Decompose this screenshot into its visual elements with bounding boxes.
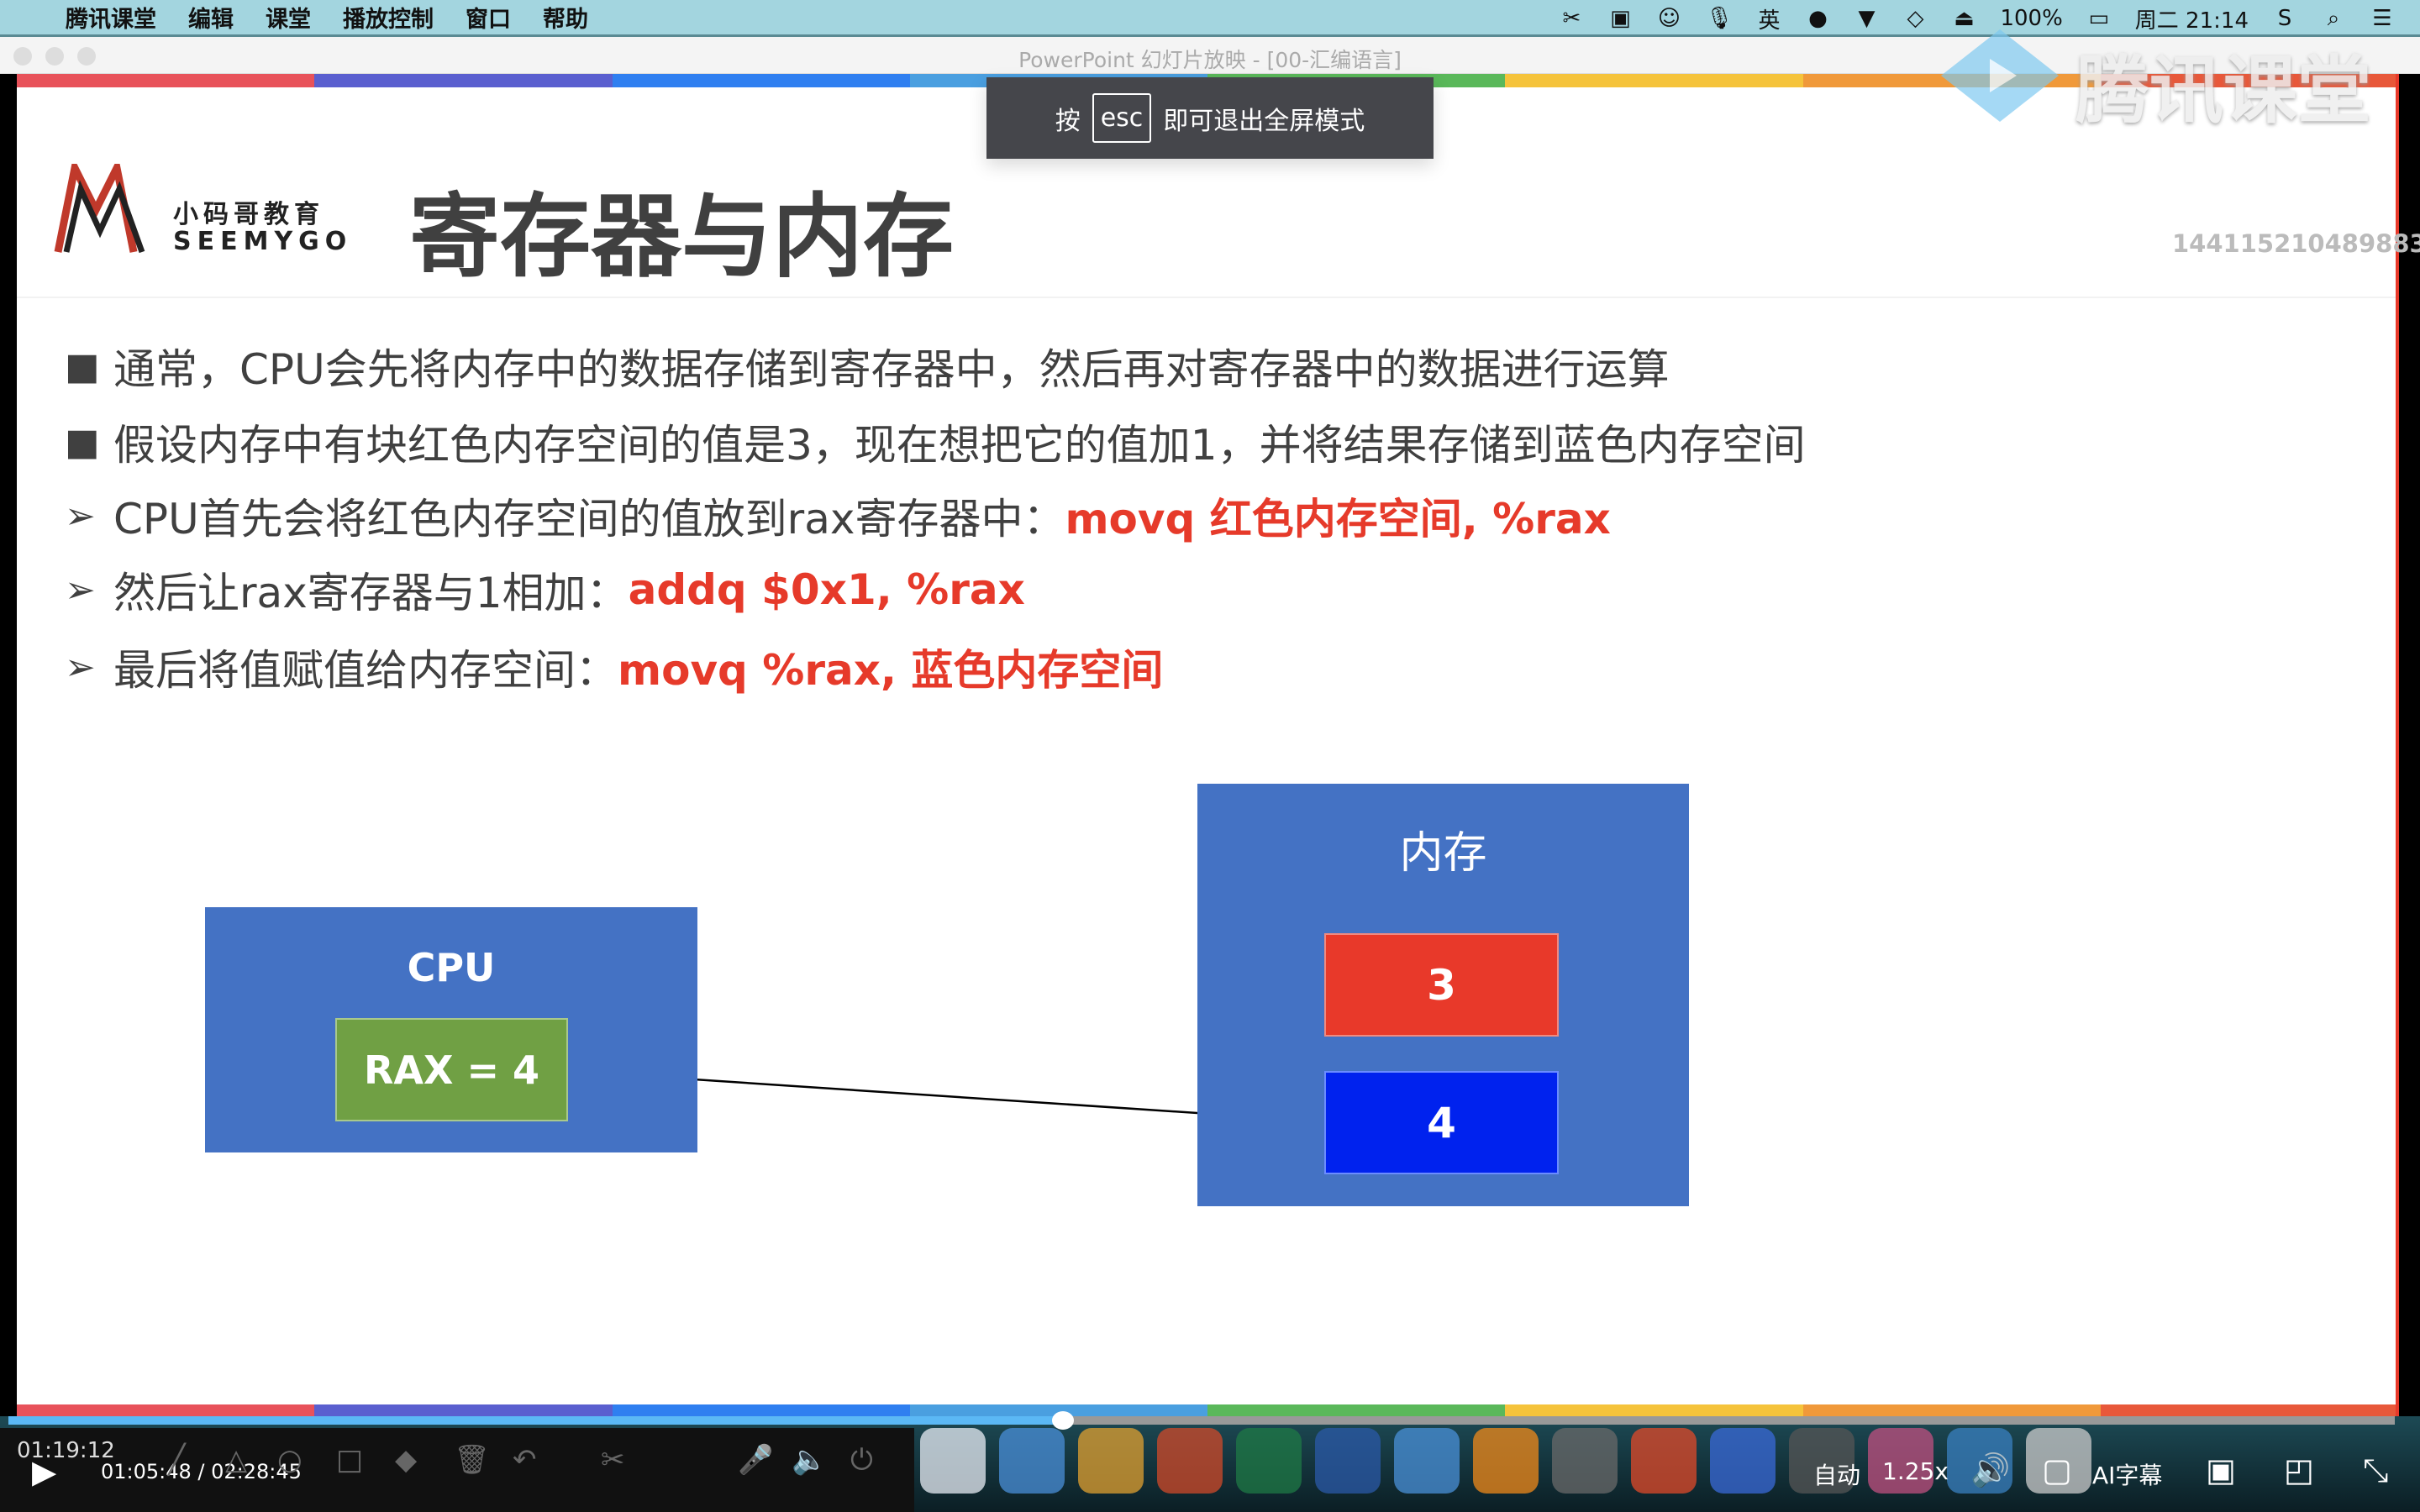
memory-label: 内存 <box>1399 828 1487 879</box>
exit-fullscreen-icon[interactable]: ⤡ <box>2363 1452 2388 1489</box>
pip-icon[interactable]: ▣ <box>2206 1452 2236 1488</box>
mic-tool-icon[interactable]: 🎤 <box>738 1443 773 1477</box>
dock-app-icon[interactable] <box>1315 1428 1381 1494</box>
quality-button[interactable]: 自动 <box>1813 1457 1860 1491</box>
dock-app-icon[interactable] <box>1078 1428 1144 1494</box>
red-memory-cell: 3 <box>1324 933 1559 1037</box>
scissors-tool-icon[interactable]: ✂ <box>601 1443 625 1477</box>
dock-app-icon[interactable] <box>1157 1428 1223 1494</box>
trash-icon[interactable]: 🗑 <box>454 1443 490 1477</box>
dock-app-icon[interactable] <box>999 1428 1065 1494</box>
subtitle-icon[interactable]: ▢ <box>2042 1452 2072 1488</box>
dock-app-icon[interactable] <box>1631 1428 1697 1494</box>
dock-app-icon[interactable] <box>1552 1428 1618 1494</box>
power-icon[interactable]: ⏻ <box>850 1443 873 1477</box>
dock-app-icon[interactable] <box>1473 1428 1539 1494</box>
play-button[interactable]: ▶ <box>32 1453 56 1490</box>
dock-app-icon[interactable] <box>1236 1428 1302 1494</box>
rectangle-icon[interactable]: □ <box>336 1443 363 1477</box>
dock-app-icon[interactable] <box>920 1428 986 1494</box>
dock-app-icon[interactable] <box>1710 1428 1776 1494</box>
ai-subtitle-button[interactable]: AI字幕 <box>2092 1457 2162 1491</box>
eraser-icon[interactable]: ◆ <box>395 1443 417 1477</box>
undo-icon[interactable]: ↶ <box>513 1443 537 1477</box>
speed-button[interactable]: 1.25x <box>1882 1457 1949 1485</box>
pen-icon[interactable]: ╱ <box>168 1443 185 1477</box>
circle-icon[interactable]: ○ <box>277 1443 302 1477</box>
volume-icon[interactable]: 🔊 <box>1970 1452 2010 1489</box>
blue-memory-cell: 4 <box>1324 1071 1559 1174</box>
speaker-tool-icon[interactable]: 🔈 <box>792 1443 827 1477</box>
dock-app-icon[interactable] <box>1394 1428 1460 1494</box>
triangle-icon[interactable]: △ <box>225 1443 247 1477</box>
progress-fill <box>8 1416 1064 1425</box>
window-mode-icon[interactable]: ◰ <box>2284 1452 2314 1488</box>
diagram-arrows <box>567 1069 1325 1131</box>
rax-register: RAX = 4 <box>335 1018 568 1121</box>
time-display: 01:05:48 / 02:28:45 <box>101 1460 302 1483</box>
cpu-label: CPU <box>407 945 496 990</box>
